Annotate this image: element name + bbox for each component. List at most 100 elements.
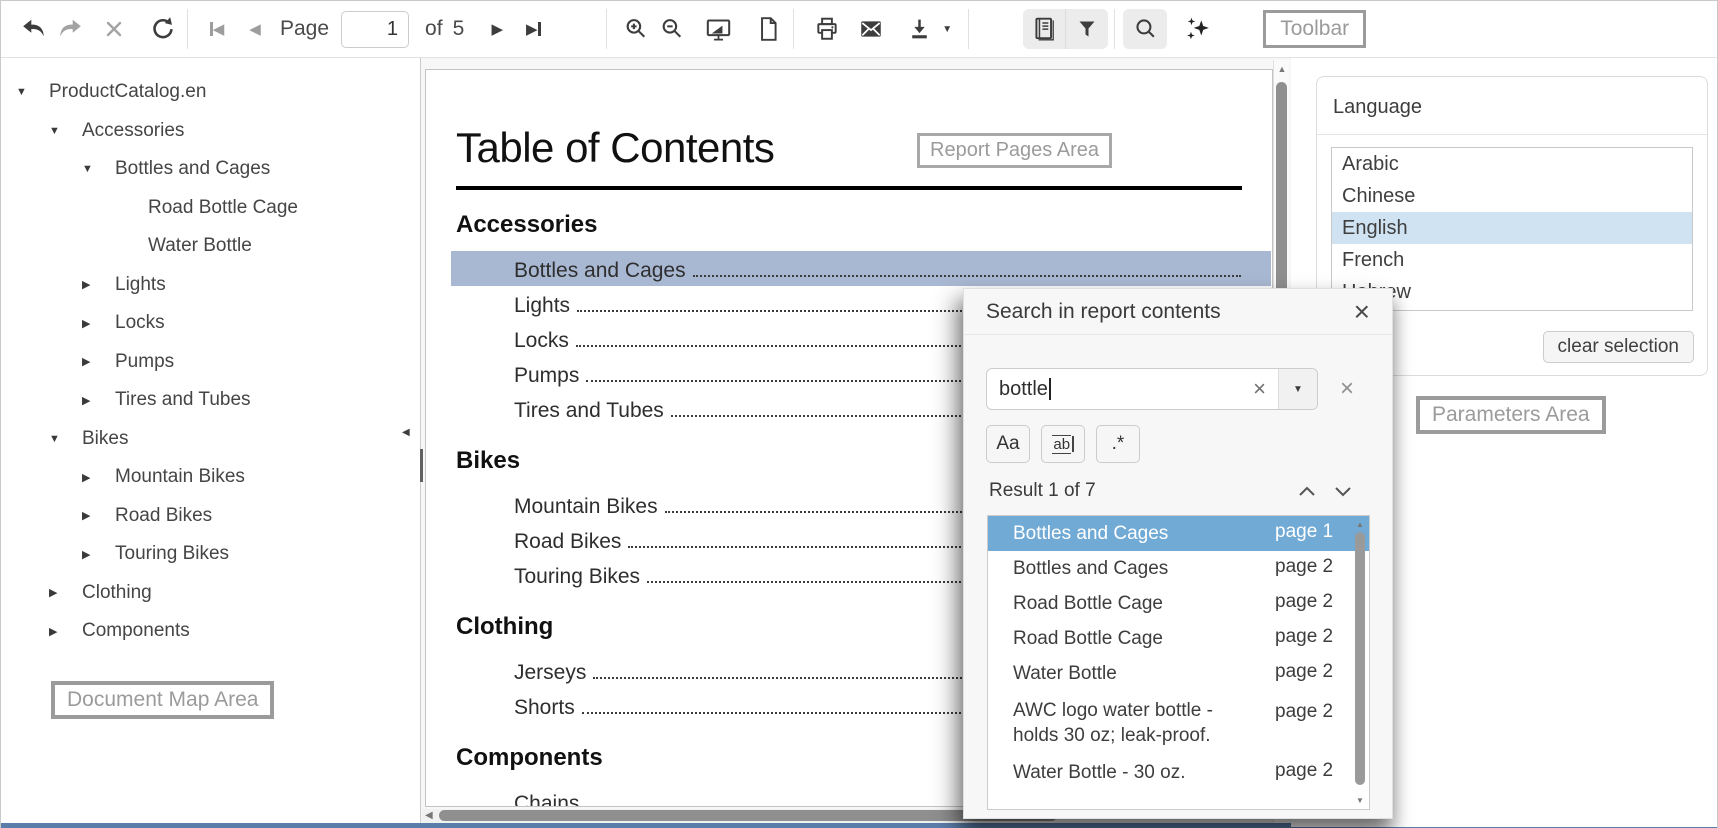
expand-icon[interactable]: ▶	[82, 471, 102, 484]
scroll-up-icon[interactable]: ▲	[1353, 520, 1367, 529]
tree-item-label: Components	[82, 620, 190, 642]
tree-item-lights[interactable]: ▶Lights	[1, 266, 420, 305]
close-icon[interactable]: ×	[1354, 302, 1370, 322]
tree-item-components[interactable]: ▶ Components	[1, 612, 420, 651]
match-whole-word-toggle[interactable]: ab	[1041, 425, 1085, 463]
search-result-row[interactable]: Bottles and Cagespage 1	[988, 516, 1369, 551]
total-pages: 5	[453, 17, 465, 41]
collapse-sidebar-icon[interactable]: ◀	[402, 427, 410, 438]
tree-item-productcatalog-en[interactable]: ▼ProductCatalog.en	[1, 73, 420, 112]
search-toggle-button[interactable]	[1123, 9, 1167, 49]
collapse-icon[interactable]: ▼	[16, 86, 36, 98]
tree-item-label: Locks	[115, 312, 165, 334]
result-label: Road Bottle Cage	[988, 626, 1163, 651]
tree-item-mountain-bikes[interactable]: ▶Mountain Bikes	[1, 458, 420, 497]
tree-item-water-bottle[interactable]: Water Bottle	[1, 227, 420, 266]
tree-item-bottles-and-cages[interactable]: ▼ Bottles and Cages	[1, 150, 420, 189]
scroll-down-icon[interactable]: ▼	[1353, 796, 1367, 805]
toolbar-separator	[606, 9, 607, 49]
search-result-row[interactable]: Bottles and Cagespage 2	[988, 551, 1369, 586]
tree-item-accessories[interactable]: ▼Accessories	[1, 112, 420, 151]
back-icon	[21, 18, 47, 40]
zoom-in-button[interactable]	[619, 12, 653, 46]
search-result-row[interactable]: Road Bottle Cagepage 2	[988, 621, 1369, 656]
sparkles-icon	[1185, 16, 1211, 42]
zoom-out-button[interactable]	[655, 12, 689, 46]
expand-icon[interactable]: ▶	[82, 355, 102, 368]
collapse-icon[interactable]: ▼	[49, 433, 69, 445]
clear-input-icon[interactable]: ×	[1241, 369, 1278, 409]
back-button[interactable]	[17, 12, 51, 46]
language-option-arabic[interactable]: Arabic	[1332, 148, 1692, 180]
next-page-button[interactable]: ▶	[480, 12, 514, 46]
page-mode-button[interactable]	[751, 12, 785, 46]
download-button[interactable]	[902, 12, 936, 46]
language-option-french[interactable]: French	[1332, 244, 1692, 276]
search-result-row[interactable]: Water Bottle - 30 oz.page 2	[988, 755, 1369, 790]
ai-prompt-button[interactable]	[1181, 12, 1215, 46]
first-page-button[interactable]: ◀	[200, 12, 234, 46]
page-number-input[interactable]	[341, 11, 409, 48]
document-map-toggle-button[interactable]	[1023, 9, 1065, 49]
clear-selection-button[interactable]: clear selection	[1543, 331, 1694, 363]
next-result-icon[interactable]	[1334, 486, 1352, 497]
language-option-chinese[interactable]: Chinese	[1332, 180, 1692, 212]
search-input[interactable]: bottle	[987, 369, 1241, 409]
expand-icon[interactable]: ▶	[82, 548, 102, 561]
collapse-icon[interactable]: ▼	[82, 163, 102, 175]
search-options-dropdown[interactable]: ▼	[1279, 369, 1317, 409]
scroll-left-icon[interactable]: ◀	[425, 810, 433, 821]
fit-page-button[interactable]	[701, 12, 735, 46]
refresh-button[interactable]	[145, 12, 179, 46]
report-viewer-window: ◀ ◀ Page of 5 ▶ ▶	[0, 0, 1718, 828]
results-scrollbar[interactable]: ▲ ▼	[1353, 517, 1367, 808]
last-page-button[interactable]: ▶	[516, 12, 550, 46]
collapse-icon[interactable]: ▼	[49, 125, 69, 137]
tree-item-label: Clothing	[82, 582, 152, 604]
tree-item-label: Bottles and Cages	[115, 158, 270, 180]
expand-icon[interactable]: ▶	[82, 278, 102, 291]
search-cancel-icon[interactable]: ×	[1340, 379, 1354, 399]
match-case-toggle[interactable]: Aa	[986, 425, 1030, 463]
toc-entry-bottles-and-cages[interactable]: Bottles and Cages	[451, 251, 1271, 286]
expand-icon[interactable]: ▶	[49, 586, 69, 599]
language-parameter-title: Language	[1317, 77, 1707, 119]
tree-item-pumps[interactable]: ▶Pumps	[1, 343, 420, 382]
expand-icon[interactable]: ▶	[82, 394, 102, 407]
chevron-down-icon: ▼	[942, 24, 952, 35]
tree-item-bikes[interactable]: ▼ Bikes	[1, 420, 420, 459]
of-label: of	[425, 17, 443, 41]
search-result-row[interactable]: Road Bottle Cagepage 2	[988, 586, 1369, 621]
download-menu-button[interactable]: ▼	[938, 12, 956, 46]
use-regex-toggle[interactable]: .*	[1096, 425, 1140, 463]
language-option-english[interactable]: English	[1332, 212, 1692, 244]
sidebar-splitter-handle[interactable]	[420, 449, 423, 482]
print-button[interactable]	[810, 12, 844, 46]
tree-item-road-bikes[interactable]: ▶Road Bikes	[1, 497, 420, 536]
tree-item-tires-and-tubes[interactable]: ▶Tires and Tubes	[1, 381, 420, 420]
document-map-panel: ▼ProductCatalog.en▼Accessories▼Bottles a…	[1, 58, 421, 827]
expand-icon[interactable]: ▶	[82, 509, 102, 522]
search-status-row: Result 1 of 7	[989, 480, 1370, 502]
tree-item-label: Bikes	[82, 428, 128, 450]
document-map-icon	[1032, 16, 1056, 42]
parameters-toggle-button[interactable]	[1066, 9, 1108, 49]
results-scroll-thumb[interactable]	[1355, 532, 1365, 785]
tree-item-clothing[interactable]: ▶ Clothing	[1, 574, 420, 613]
previous-page-button[interactable]: ◀	[238, 12, 272, 46]
tree-item-road-bottle-cage[interactable]: Road Bottle Cage	[1, 189, 420, 228]
forward-button[interactable]	[53, 12, 87, 46]
search-result-row[interactable]: Water Bottlepage 2	[988, 656, 1369, 691]
scroll-up-icon[interactable]: ▲	[1274, 64, 1290, 74]
tree-item-touring-bikes[interactable]: ▶Touring Bikes	[1, 535, 420, 574]
search-dialog-title: Search in report contents	[986, 300, 1354, 324]
search-result-row[interactable]: AWC logo water bottle - holds 30 oz; lea…	[988, 691, 1369, 755]
tree-item-locks[interactable]: ▶ Locks	[1, 304, 420, 343]
previous-result-icon[interactable]	[1298, 486, 1316, 497]
cancel-button[interactable]	[97, 12, 131, 46]
previous-page-icon: ◀	[249, 22, 261, 37]
email-button[interactable]	[854, 12, 888, 46]
search-dialog-header: Search in report contents ×	[964, 289, 1392, 335]
expand-icon[interactable]: ▶	[82, 317, 102, 330]
expand-icon[interactable]: ▶	[49, 625, 69, 638]
